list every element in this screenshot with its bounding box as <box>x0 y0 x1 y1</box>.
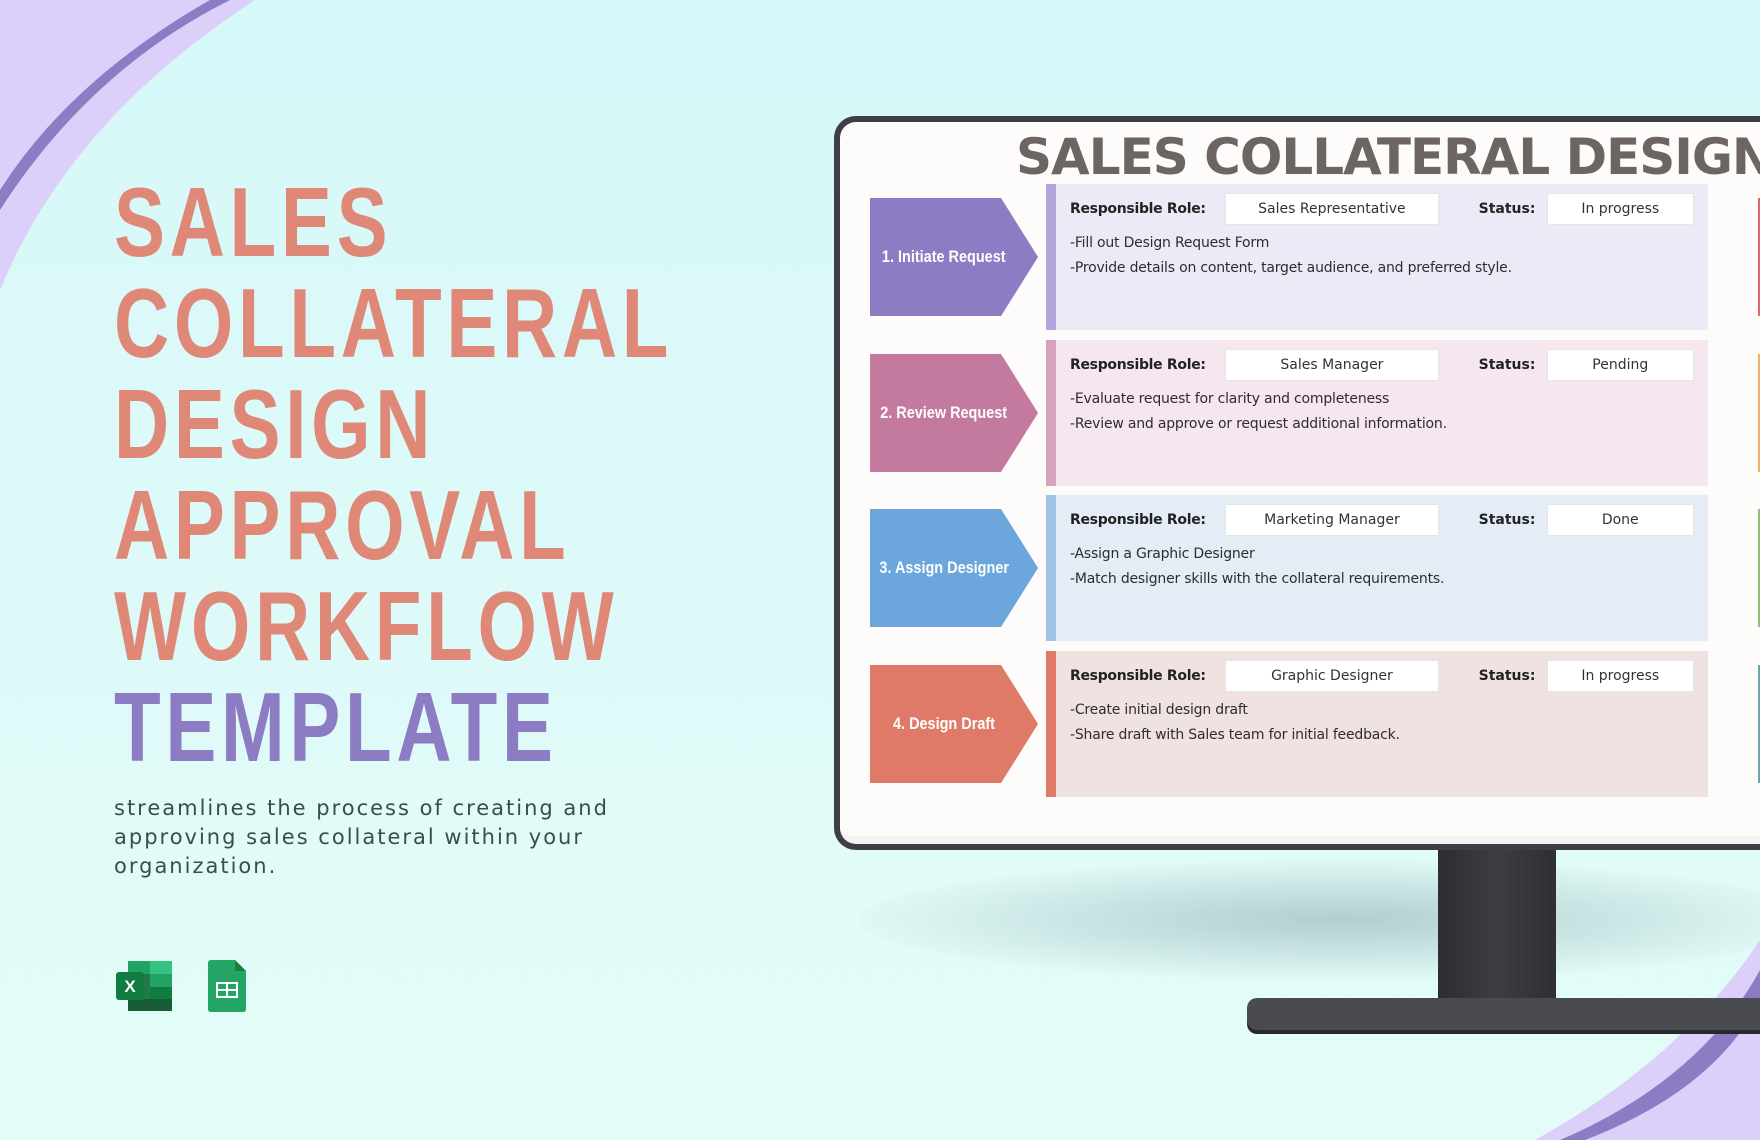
status-cell[interactable]: In progress <box>1546 660 1694 692</box>
status-label: Status: <box>1478 201 1536 217</box>
status-label: Status: <box>1478 668 1536 684</box>
google-sheets-icon <box>208 960 246 1012</box>
task-item: -Evaluate request for clarity and comple… <box>1070 391 1390 407</box>
task-item: -Fill out Design Request Form <box>1070 235 1270 251</box>
hero-title-line: SALES <box>114 167 393 277</box>
step-details-panel: Responsible Role: Sales Representative S… <box>1046 184 1708 330</box>
hero-title: SALES COLLATERAL DESIGN APPROVAL WORKFLO… <box>114 172 673 778</box>
responsible-role-label: Responsible Role: <box>1070 668 1206 684</box>
status-label: Status: <box>1478 512 1536 528</box>
step-label: 2. Review Request <box>880 403 1008 422</box>
responsible-role-cell[interactable]: Marketing Manager <box>1225 504 1439 536</box>
responsible-role-label: Responsible Role: <box>1070 512 1206 528</box>
responsible-role-cell[interactable]: Sales Representative <box>1225 193 1439 225</box>
status-cell[interactable]: Done <box>1546 504 1694 536</box>
step-label: 3. Assign Designer <box>879 558 1009 577</box>
hero-title-line: WORKFLOW <box>114 571 619 681</box>
status-cell[interactable]: In progress <box>1546 193 1694 225</box>
excel-icon: X <box>116 961 172 1011</box>
workflow-step-row: 4. Design Draft Responsible Role: Graphi… <box>870 651 1760 799</box>
role-status-line: Responsible Role: Sales Manager Status: … <box>1070 348 1694 382</box>
workflow-step-row: 3. Assign Designer Responsible Role: Mar… <box>870 495 1760 643</box>
hero-title-accent: TEMPLATE <box>114 672 558 782</box>
step-arrow: 1. Initiate Request <box>870 198 1038 316</box>
task-item: -Share draft with Sales team for initial… <box>1070 727 1400 743</box>
responsible-role-cell[interactable]: Graphic Designer <box>1225 660 1439 692</box>
step-arrow: 4. Design Draft <box>870 665 1038 783</box>
status-label: Status: <box>1478 357 1536 373</box>
monitor-stand-base <box>1247 998 1760 1030</box>
monitor-stand-neck <box>1438 850 1556 1020</box>
role-status-line: Responsible Role: Sales Representative S… <box>1070 192 1694 226</box>
spreadsheet-screen: SALES COLLATERAL DESIGN 1. Initiate Requ… <box>840 122 1760 844</box>
task-item: -Provide details on content, target audi… <box>1070 260 1512 276</box>
hero-title-line: DESIGN <box>114 369 436 479</box>
responsible-role-label: Responsible Role: <box>1070 357 1206 373</box>
workflow-step-row: 2. Review Request Responsible Role: Sale… <box>870 340 1760 488</box>
svg-text:X: X <box>124 977 136 996</box>
role-status-line: Responsible Role: Graphic Designer Statu… <box>1070 659 1694 693</box>
role-status-line: Responsible Role: Marketing Manager Stat… <box>1070 503 1694 537</box>
status-cell[interactable]: Pending <box>1546 349 1694 381</box>
task-item: -Assign a Graphic Designer <box>1070 546 1255 562</box>
hero-description: streamlines the process of creating and … <box>114 796 609 878</box>
monitor: SALES COLLATERAL DESIGN 1. Initiate Requ… <box>834 116 1760 850</box>
task-item: -Review and approve or request additiona… <box>1070 416 1447 432</box>
step-label: 1. Initiate Request <box>882 247 1006 266</box>
responsible-role-cell[interactable]: Sales Manager <box>1225 349 1439 381</box>
hero-title-line: COLLATERAL <box>114 268 674 378</box>
task-item: -Match designer skills with the collater… <box>1070 571 1445 587</box>
workflow-step-row: 1. Initiate Request Responsible Role: Sa… <box>870 184 1760 332</box>
step-label: 4. Design Draft <box>892 714 995 733</box>
step-arrow: 2. Review Request <box>870 354 1038 472</box>
task-item: -Create initial design draft <box>1070 702 1248 718</box>
step-details-panel: Responsible Role: Marketing Manager Stat… <box>1046 495 1708 641</box>
responsible-role-label: Responsible Role: <box>1070 201 1206 217</box>
step-details-panel: Responsible Role: Sales Manager Status: … <box>1046 340 1708 486</box>
hero-title-line: APPROVAL <box>114 470 571 580</box>
step-details-panel: Responsible Role: Graphic Designer Statu… <box>1046 651 1708 797</box>
sheet-title: SALES COLLATERAL DESIGN <box>1016 128 1760 186</box>
file-format-icons: X <box>116 960 246 1012</box>
step-arrow: 3. Assign Designer <box>870 509 1038 627</box>
